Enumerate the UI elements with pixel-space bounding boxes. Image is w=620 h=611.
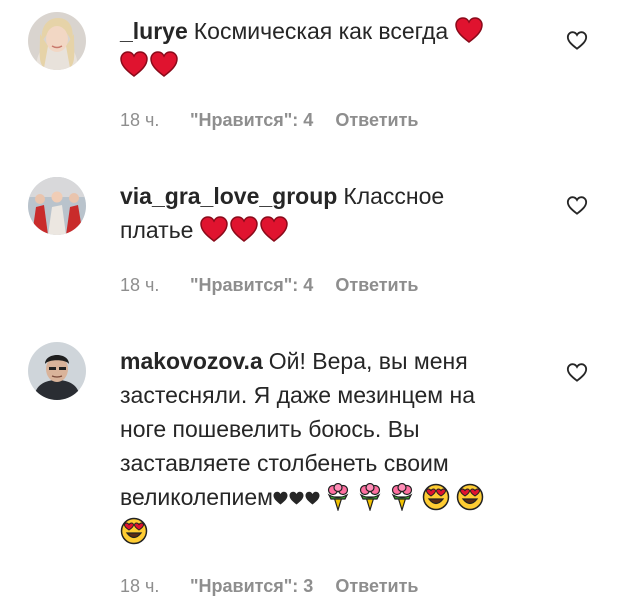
comment-time[interactable]: 18 ч. bbox=[120, 576, 190, 597]
red-heart-icon bbox=[150, 51, 178, 77]
bouquet-icon bbox=[390, 483, 414, 511]
comment-text: Ой! Вера, вы меня bbox=[268, 348, 468, 374]
bouquet-icon bbox=[326, 483, 350, 511]
comment-text: платье bbox=[120, 217, 194, 243]
likes-count[interactable]: "Нравится": 4 bbox=[190, 275, 313, 296]
comment-text: Классное bbox=[343, 183, 445, 209]
comment-text: ноге пошевелить боюсь. Вы bbox=[120, 416, 420, 442]
black-heart-icon bbox=[289, 491, 304, 505]
comment-text: великолепием bbox=[120, 484, 273, 510]
comment-time[interactable]: 18 ч. bbox=[120, 110, 190, 131]
red-heart-icon bbox=[260, 216, 288, 242]
black-heart-icon bbox=[305, 491, 320, 505]
avatar[interactable] bbox=[28, 177, 86, 235]
comment-body: makovozov.a Ой! Вера, вы меня застесняли.… bbox=[120, 344, 540, 548]
likes-count[interactable]: "Нравится": 3 bbox=[190, 576, 313, 597]
comment-text: заставляете столбенеть своим bbox=[120, 450, 449, 476]
reply-button[interactable]: Ответить bbox=[335, 275, 418, 296]
heart-outline-icon[interactable] bbox=[566, 194, 588, 216]
bouquet-icon bbox=[358, 483, 382, 511]
heart-eyes-icon bbox=[422, 483, 450, 511]
comment-meta: 18 ч. "Нравится": 4 Ответить bbox=[120, 110, 419, 131]
comment-text: Космическая как всегда bbox=[193, 18, 449, 44]
likes-count[interactable]: "Нравится": 4 bbox=[190, 110, 313, 131]
reply-button[interactable]: Ответить bbox=[335, 110, 418, 131]
red-heart-icon bbox=[120, 51, 148, 77]
red-heart-icon bbox=[230, 216, 258, 242]
comment-meta: 18 ч. "Нравится": 4 Ответить bbox=[120, 275, 419, 296]
reply-button[interactable]: Ответить bbox=[335, 576, 418, 597]
heart-eyes-icon bbox=[120, 517, 148, 545]
heart-outline-icon[interactable] bbox=[566, 29, 588, 51]
comment-text: застесняли. Я даже мезинцем на bbox=[120, 382, 475, 408]
heart-outline-icon[interactable] bbox=[566, 361, 588, 383]
username-link[interactable]: via_gra_love_group bbox=[120, 183, 337, 209]
username-link[interactable]: makovozov.a bbox=[120, 348, 263, 374]
black-heart-icon bbox=[273, 491, 288, 505]
red-heart-icon bbox=[455, 17, 483, 43]
heart-eyes-icon bbox=[456, 483, 484, 511]
comment-meta: 18 ч. "Нравится": 3 Ответить bbox=[120, 576, 419, 597]
comment-body: _lurye Космическая как всегда bbox=[120, 14, 540, 82]
red-heart-icon bbox=[200, 216, 228, 242]
username-link[interactable]: _lurye bbox=[120, 18, 188, 44]
avatar[interactable] bbox=[28, 12, 86, 70]
comment-body: via_gra_love_group Классное платье bbox=[120, 179, 540, 247]
comment-time[interactable]: 18 ч. bbox=[120, 275, 190, 296]
avatar[interactable] bbox=[28, 342, 86, 400]
